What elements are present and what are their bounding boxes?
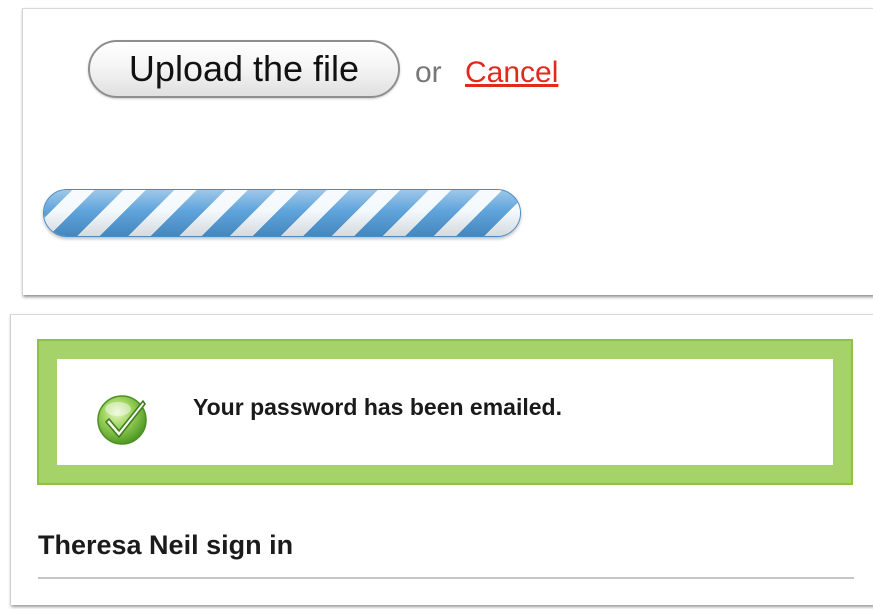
success-alert-body: Your password has been emailed. — [57, 359, 833, 465]
upload-panel: Upload the file or Cancel — [22, 8, 873, 295]
cancel-link[interactable]: Cancel — [465, 55, 558, 91]
success-alert: Your password has been emailed. — [37, 339, 853, 485]
progress-bar-fill — [44, 190, 520, 236]
upload-progress-bar — [43, 189, 521, 237]
or-separator-text: or — [415, 56, 442, 89]
signin-heading: Theresa Neil sign in — [38, 530, 294, 560]
signin-panel: Your password has been emailed. Theresa … — [10, 314, 873, 605]
alert-message: Your password has been emailed. — [193, 394, 562, 420]
upload-file-button[interactable]: Upload the file — [88, 40, 400, 98]
heading-divider — [38, 577, 854, 579]
check-circle-icon — [97, 395, 147, 445]
